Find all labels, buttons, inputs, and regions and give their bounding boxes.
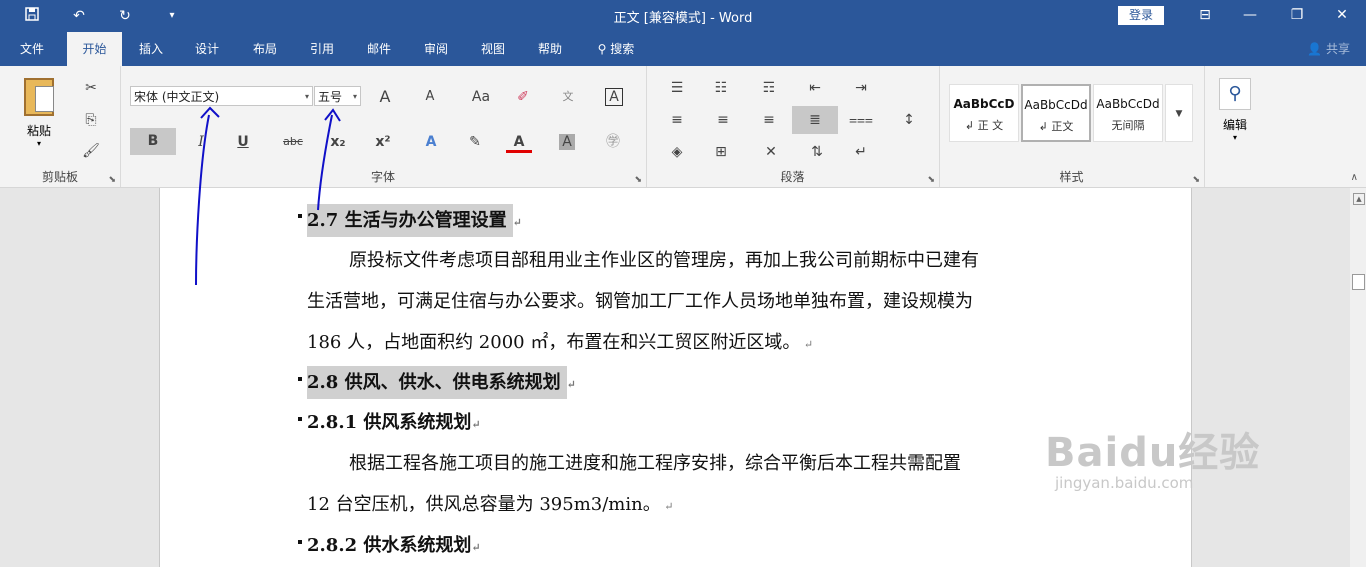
annotation-arrow-font-name xyxy=(195,114,210,286)
annotation-arrows xyxy=(195,106,341,286)
annotation-arrow-font-size xyxy=(317,114,333,211)
annotation-arrowhead-font-name xyxy=(200,106,220,119)
